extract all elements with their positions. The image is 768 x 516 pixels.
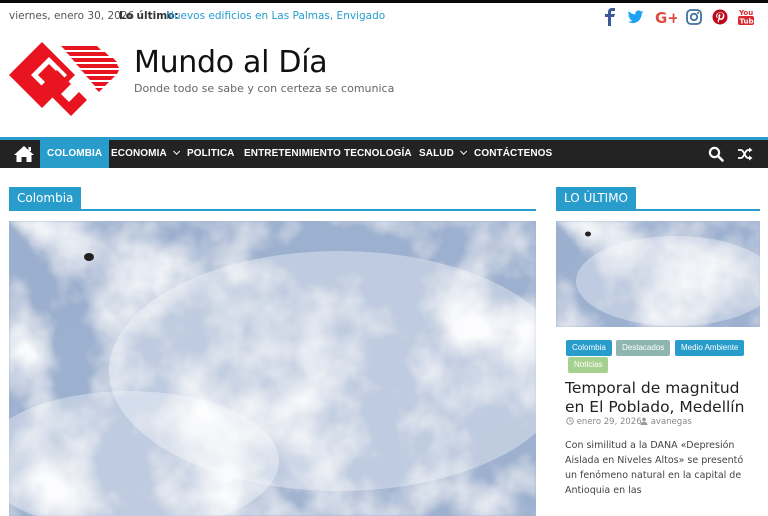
facebook-icon[interactable] [604, 8, 616, 26]
pinterest-icon[interactable] [712, 8, 728, 26]
featured-image[interactable] [9, 221, 536, 516]
twitter-icon[interactable] [627, 8, 644, 26]
youtube-icon[interactable]: YouTube [738, 8, 754, 26]
section-title-latest: LO ÚLTIMO [556, 187, 637, 209]
post-author-text: avanegas [650, 417, 692, 427]
nav-item-economia[interactable]: ECONOMIA [111, 140, 180, 168]
main-section-header: Colombia [9, 187, 536, 211]
nav-item-salud[interactable]: SALUD [419, 140, 468, 168]
latest-post-title[interactable]: Temporal de magnitud en El Poblado, Mede… [565, 379, 755, 417]
svg-text:Tube: Tube [740, 18, 755, 26]
site-logo[interactable] [9, 42, 121, 120]
site-tagline: Donde todo se sabe y con certeza se comu… [134, 82, 395, 95]
sidebar-section-header: LO ÚLTIMO [556, 187, 760, 211]
shuffle-icon[interactable] [737, 146, 753, 162]
nav-item-label: ECONOMIA [111, 148, 167, 159]
site-title[interactable]: Mundo al Día [134, 45, 328, 80]
category-tag-destacados[interactable]: Destacados [616, 340, 671, 356]
post-excerpt: Con similitud a la DANA «Depresión Aisla… [565, 440, 744, 496]
nav-item-tecnologia[interactable]: TECNOLOGÍA [344, 140, 412, 168]
post-date-text: enero 29, 2026 [576, 417, 642, 427]
chevron-down-icon [460, 147, 468, 155]
google-plus-icon[interactable]: G+ [655, 8, 677, 26]
user-icon [640, 417, 648, 425]
nav-item-colombia[interactable]: COLOMBIA [40, 140, 110, 168]
post-author[interactable]: avanegas [640, 417, 692, 427]
nav-item-contactenos[interactable]: CONTÁCTENOS [474, 140, 552, 168]
category-tag-colombia[interactable]: Colombia [566, 340, 612, 356]
category-tag-noticias[interactable]: Noticias [568, 357, 609, 373]
svg-text:G+: G+ [655, 9, 677, 26]
current-date: viernes, enero 30, 2026 [9, 10, 135, 22]
top-bar: viernes, enero 30, 2026 Lo último: Nuevo… [0, 3, 768, 31]
section-title-colombia[interactable]: Colombia [9, 187, 82, 209]
latest-post-image[interactable] [556, 221, 760, 327]
clock-icon [566, 417, 574, 425]
category-tag-medio-ambiente[interactable]: Medio Ambiente [675, 340, 745, 356]
instagram-icon[interactable] [686, 8, 702, 26]
nav-item-entretenimiento[interactable]: ENTRETENIMIENTO [244, 140, 341, 168]
chevron-down-icon [172, 147, 180, 155]
search-icon[interactable] [708, 146, 724, 162]
nav-item-politica[interactable]: POLITICA [187, 140, 234, 168]
home-icon[interactable] [9, 140, 39, 168]
site-header: Mundo al Día Donde todo se sabe y con ce… [0, 31, 768, 137]
latest-news-link[interactable]: Nuevos edificios en Las Palmas, Envigado [166, 10, 385, 22]
post-date[interactable]: enero 29, 2026 [566, 417, 642, 427]
nav-item-label: SALUD [419, 148, 454, 159]
svg-text:You: You [738, 9, 753, 17]
main-navigation: COLOMBIA ECONOMIA POLITICA ENTRETENIMIEN… [0, 140, 768, 168]
